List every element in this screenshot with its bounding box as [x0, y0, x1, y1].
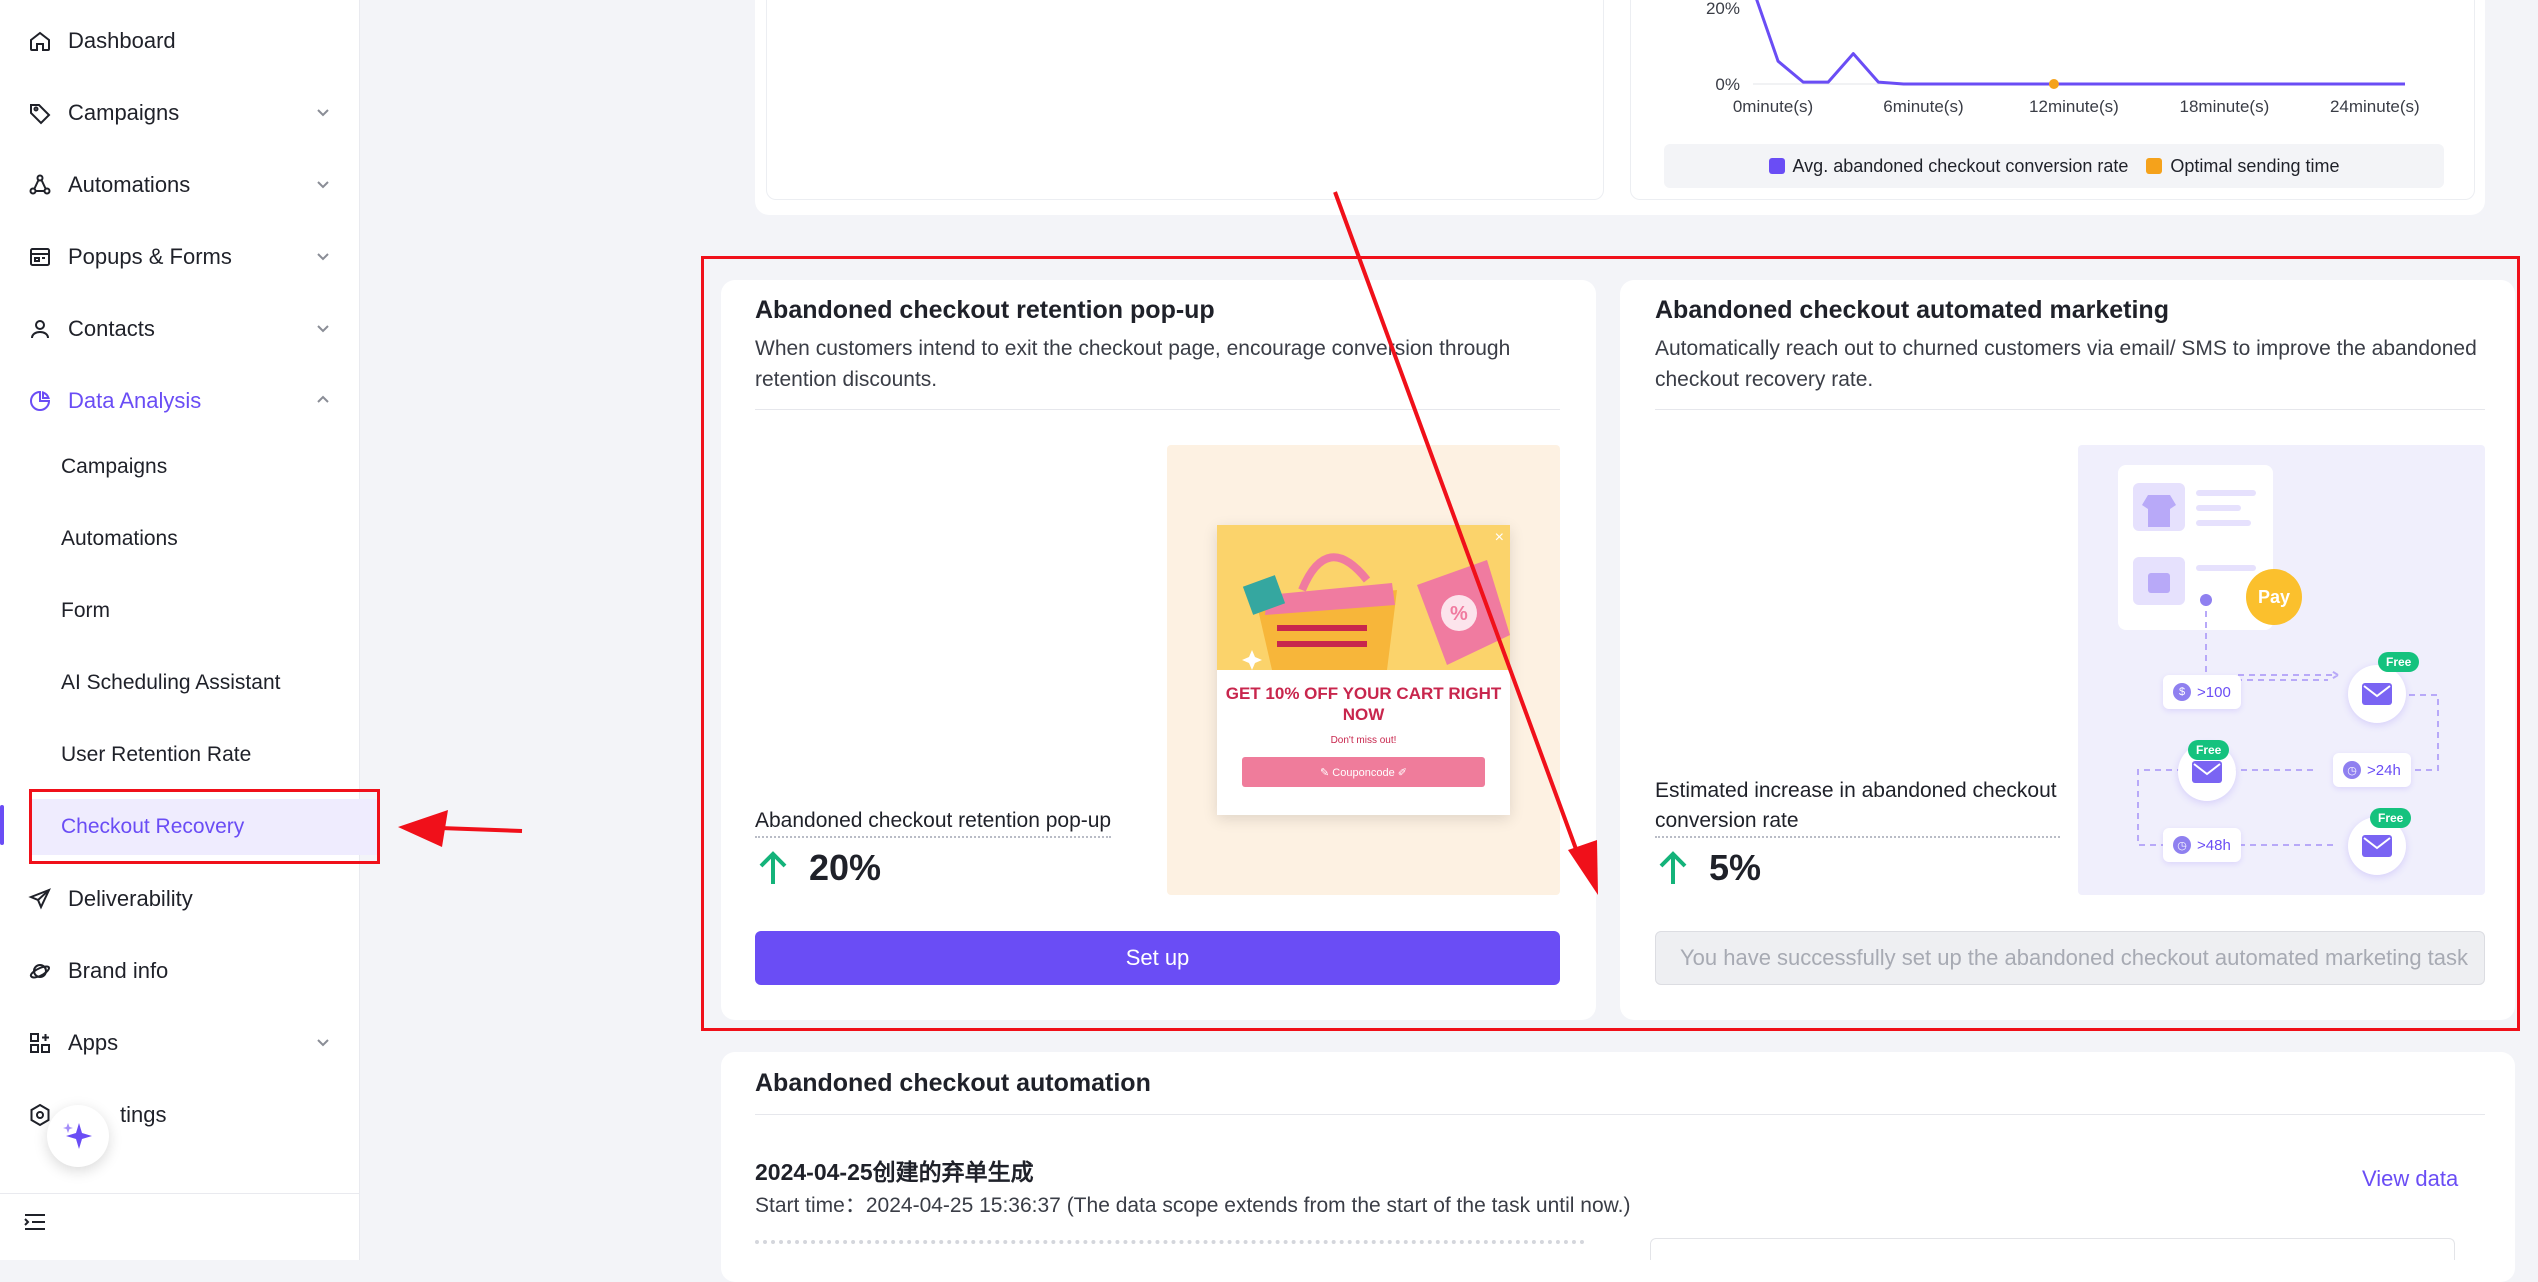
home-icon	[26, 27, 54, 55]
legend-label: Avg. abandoned checkout conversion rate	[1792, 155, 2129, 176]
sidebar-item-data-analysis[interactable]: Data Analysis	[0, 373, 360, 429]
sidebar-item-campaigns[interactable]: Campaigns	[0, 85, 360, 141]
chevron-up-icon	[317, 395, 329, 403]
sidebar-subitem-campaigns[interactable]: Campaigns	[0, 439, 360, 495]
legend-label: Optimal sending time	[2170, 155, 2340, 176]
sidebar-item-label: Popups & Forms	[68, 244, 232, 269]
selected-indicator	[0, 805, 4, 845]
sidebar-subitem-ai-scheduling[interactable]: AI Scheduling Assistant	[0, 655, 360, 711]
conversion-rate-chart: 20% 0% 0minute(s) 6minute(s) 12minute(s) 18m…	[1706, 0, 2420, 116]
sidebar-item-automations[interactable]: Automations	[0, 157, 360, 213]
sidebar-item-label: Deliverability	[68, 886, 193, 911]
sidebar-subitem-label: AI Scheduling Assistant	[61, 671, 281, 694]
legend-item-optimal: Optimal sending time	[2146, 156, 2339, 177]
chart-x-tick-label: 6minute(s)	[1883, 97, 1963, 116]
automation-stats-box	[1650, 1238, 2455, 1260]
ai-assistant-button[interactable]	[47, 1105, 109, 1167]
sidebar-item-label: Brand info	[68, 958, 169, 983]
annotation-checkout-highlight	[29, 789, 380, 864]
sidebar-item-label: Dashboard	[68, 28, 176, 53]
sidebar-item-deliverability[interactable]: Deliverability	[0, 871, 360, 927]
sidebar-subitem-label: Campaigns	[61, 455, 168, 478]
sidebar-subitem-label: Automations	[61, 527, 178, 550]
automation-item-name: 2024-04-25创建的弃单生成	[755, 1159, 1034, 1185]
sidebar-subitem-label: Form	[61, 599, 110, 622]
sidebar-item-contacts[interactable]: Contacts	[0, 301, 360, 357]
chart-x-tick-label: 0minute(s)	[1733, 97, 1813, 116]
user-icon	[26, 315, 54, 343]
sidebar-divider	[0, 1193, 360, 1194]
chart-x-tick-label: 18minute(s)	[2180, 97, 2270, 116]
sidebar-item-dashboard[interactable]: Dashboard	[0, 13, 360, 69]
sidebar-item-label: tings	[120, 1102, 167, 1127]
chart-legend: Avg. abandoned checkout conversion rate …	[1664, 144, 2444, 188]
view-data-link[interactable]: View data	[2362, 1166, 2458, 1192]
sidebar-item-apps[interactable]: Apps	[0, 1015, 360, 1071]
annotation-highlight-box	[701, 256, 2520, 1031]
sidebar-subitem-label: User Retention Rate	[61, 743, 252, 766]
sidebar: Dashboard Campaigns Automations Popups &…	[0, 0, 379, 1260]
chevron-down-icon	[317, 1039, 329, 1047]
sparkle-icon	[63, 1123, 92, 1149]
sidebar-item-label: Apps	[68, 1030, 119, 1055]
sidebar-subitem-user-retention[interactable]: User Retention Rate	[0, 727, 360, 783]
chart-left-card	[766, 0, 1604, 200]
apps-icon	[26, 1029, 54, 1057]
planet-icon	[26, 957, 54, 985]
sidebar-item-brand-info[interactable]: Brand info	[0, 943, 360, 999]
chart-x-tick-label: 24minute(s)	[2330, 97, 2420, 116]
sidebar-item-popups-forms[interactable]: Popups & Forms	[0, 229, 360, 285]
sidebar-subitem-automations[interactable]: Automations	[0, 511, 360, 567]
sidebar-item-label: Campaigns	[68, 100, 180, 125]
send-icon	[26, 885, 54, 913]
pie-chart-icon	[26, 387, 54, 415]
chevron-down-icon	[317, 253, 329, 261]
chart-y-tick-label: 0%	[1715, 75, 1740, 94]
legend-item-conversion: Avg. abandoned checkout conversion rate	[1768, 155, 2129, 177]
sidebar-item-label: Data Analysis	[68, 388, 202, 413]
chart-x-tick-label: 12minute(s)	[2029, 97, 2119, 116]
chevron-down-icon	[317, 181, 329, 189]
chart-series-line	[1755, 0, 2405, 86]
automation-start-time: Start time：2024-04-25 15:36:37 (The data…	[755, 1194, 1631, 1217]
chevron-down-icon	[317, 109, 329, 117]
collapse-menu-icon[interactable]	[22, 1210, 48, 1234]
automation-icon	[26, 171, 54, 199]
sidebar-item-label: Contacts	[68, 316, 155, 341]
progress-placeholder	[755, 1240, 1585, 1244]
popup-icon	[26, 243, 54, 271]
sidebar-item-label: Automations	[68, 172, 191, 197]
tag-icon	[26, 99, 54, 127]
chevron-down-icon	[317, 325, 329, 333]
automation-list-title: Abandoned checkout automation	[755, 1069, 1151, 1097]
chart-optimal-point	[2048, 79, 2059, 89]
chart-y-tick-label: 20%	[1706, 0, 1740, 18]
card-divider	[755, 1114, 2485, 1115]
sidebar-subitem-form[interactable]: Form	[0, 583, 360, 639]
